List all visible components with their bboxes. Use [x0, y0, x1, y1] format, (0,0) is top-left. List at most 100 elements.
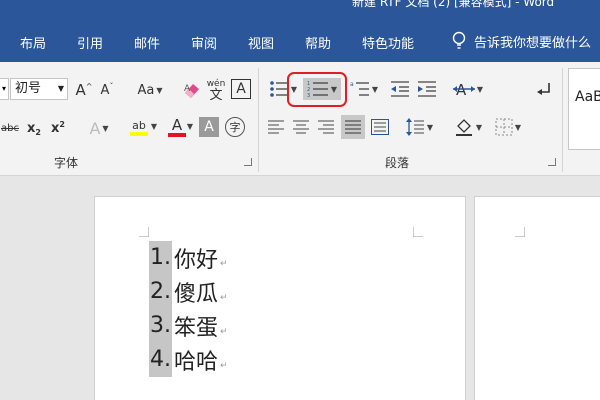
document-page[interactable]: 1. 你好 ↵ 2. 傻瓜 ↵ 3. 笨蛋 ↵ 4. 哈哈 ↵	[94, 196, 466, 400]
paragraph-mark: ↵	[220, 327, 228, 337]
increase-indent-button[interactable]	[415, 78, 439, 100]
tab-special-features[interactable]: 特色功能	[362, 33, 414, 52]
line-spacing-button[interactable]: ▼	[402, 117, 436, 137]
justify-icon	[345, 120, 361, 134]
list-item-text: 哈哈	[174, 350, 219, 375]
list-item[interactable]: 3. 笨蛋 ↵	[149, 309, 228, 343]
shrink-font-button[interactable]: Aˇ	[97, 80, 117, 100]
increase-indent-icon	[418, 81, 436, 97]
sort-icon	[537, 83, 550, 95]
borders-icon	[495, 118, 513, 136]
tab-mailings[interactable]: 邮件	[134, 33, 160, 52]
align-right-button[interactable]	[316, 117, 336, 137]
numbered-list: 1. 你好 ↵ 2. 傻瓜 ↵ 3. 笨蛋 ↵ 4. 哈哈 ↵	[149, 241, 228, 377]
tab-layout[interactable]: 布局	[20, 33, 46, 52]
tell-me-text: 告诉我你想要做什么	[474, 35, 592, 51]
superscript-mark: 2	[59, 119, 65, 129]
text-effects-button[interactable]: A ▼	[84, 117, 114, 139]
list-number: 2.	[149, 275, 172, 309]
phonetic-guide-button[interactable]: wén 文	[205, 76, 227, 104]
document-page-2[interactable]	[474, 196, 600, 400]
title-bar: 新建 RTF 文档 (2) [兼容模式] - Word	[0, 0, 600, 22]
multilevel-list-button[interactable]: a ▼	[348, 78, 380, 100]
change-case-icon: Aa	[137, 82, 155, 98]
font-color-icon: A	[171, 116, 183, 134]
paragraph-mark: ↵	[220, 361, 228, 371]
eraser-icon: A	[184, 84, 199, 98]
sort-button[interactable]	[533, 78, 555, 100]
group-separator	[258, 68, 259, 172]
distributed-align-icon	[371, 119, 389, 135]
list-item-text: 笨蛋	[174, 316, 219, 341]
multilevel-list-icon: a	[350, 81, 369, 96]
character-border-icon: A	[236, 81, 246, 97]
list-item[interactable]: 1. 你好 ↵	[149, 241, 228, 275]
list-number: 4.	[149, 343, 172, 377]
justify-button[interactable]	[341, 115, 365, 139]
decrease-indent-button[interactable]	[388, 78, 412, 100]
subscript-icon: x	[27, 120, 36, 136]
chinese-layout-icon: A	[452, 81, 475, 98]
enclose-characters-button[interactable]: 字	[225, 117, 245, 137]
paragraph-dialog-launcher-icon[interactable]	[548, 158, 556, 166]
tab-review[interactable]: 审阅	[191, 33, 217, 52]
borders-button[interactable]: ▼	[490, 117, 526, 137]
character-border-button[interactable]: A	[231, 79, 251, 99]
font-size-value: 初号	[15, 81, 42, 96]
distributed-button[interactable]	[369, 117, 391, 137]
phonetic-guide-char: 文	[209, 88, 223, 103]
superscript-button[interactable]: x2	[48, 118, 68, 138]
align-right-icon	[318, 120, 334, 134]
paint-bucket-icon	[455, 119, 472, 136]
line-spacing-icon	[405, 118, 424, 136]
text-highlight-icon: ab	[132, 118, 146, 132]
chevron-down-icon: ▼	[57, 84, 64, 93]
styles-gallery[interactable]: AaBl	[568, 68, 600, 150]
text-effects-icon: A	[89, 118, 101, 138]
list-item-text: 傻瓜	[174, 282, 219, 307]
subscript-mark: 2	[35, 127, 41, 137]
strikethrough-icon: abc	[1, 122, 19, 134]
change-case-button[interactable]: Aa ▼	[133, 80, 167, 100]
svg-text:A: A	[184, 84, 191, 94]
tab-references[interactable]: 引用	[77, 33, 103, 52]
decrease-indent-icon	[391, 81, 409, 97]
clear-formatting-button[interactable]: A	[181, 79, 203, 101]
shading-button[interactable]: ▼	[450, 115, 486, 139]
align-left-icon	[268, 120, 284, 134]
text-highlight-button[interactable]: ab ▼	[119, 114, 159, 140]
tab-view[interactable]: 视图	[248, 33, 274, 52]
numbering-highlight-outline	[287, 72, 347, 107]
margin-corner-mark	[413, 227, 423, 237]
align-left-button[interactable]	[266, 117, 286, 137]
font-color-button[interactable]: A ▼	[159, 114, 195, 140]
grow-font-icon: A	[75, 81, 86, 99]
ribbon-tab-bar: 布局 引用 邮件 审阅 视图 帮助 特色功能 告诉我你想要做什么	[0, 22, 600, 62]
tell-me-box[interactable]: 告诉我你想要做什么	[452, 31, 591, 51]
chinese-layout-button[interactable]: A ▼	[450, 78, 486, 100]
paragraph-mark: ↵	[220, 293, 228, 303]
tab-help[interactable]: 帮助	[305, 33, 331, 52]
svg-text:a: a	[350, 81, 354, 88]
align-center-button[interactable]	[291, 117, 311, 137]
bullet-list-icon	[270, 81, 288, 97]
highlight-color-bar	[130, 131, 148, 136]
grow-font-button[interactable]: A ^	[74, 80, 94, 100]
list-item-text: 你好	[174, 248, 219, 273]
paragraph-group-label: 段落	[385, 156, 410, 170]
character-shading-button[interactable]: A	[199, 117, 219, 137]
character-shading-icon: A	[204, 119, 214, 135]
margin-corner-mark	[139, 227, 149, 237]
strikethrough-button[interactable]: abc	[0, 118, 20, 138]
list-item[interactable]: 4. 哈哈 ↵	[149, 343, 228, 377]
list-item[interactable]: 2. 傻瓜 ↵	[149, 275, 228, 309]
font-color-bar	[168, 133, 186, 137]
font-size-dropdown[interactable]: 初号 ▼	[10, 78, 68, 100]
group-separator	[562, 68, 563, 172]
subscript-button[interactable]: x2	[24, 118, 44, 138]
font-name-dropdown-arrow[interactable]: ▾	[0, 78, 9, 100]
superscript-icon: x	[51, 120, 60, 136]
font-dialog-launcher-icon[interactable]	[244, 158, 252, 166]
list-number: 1.	[149, 241, 172, 275]
align-center-icon	[293, 120, 309, 134]
